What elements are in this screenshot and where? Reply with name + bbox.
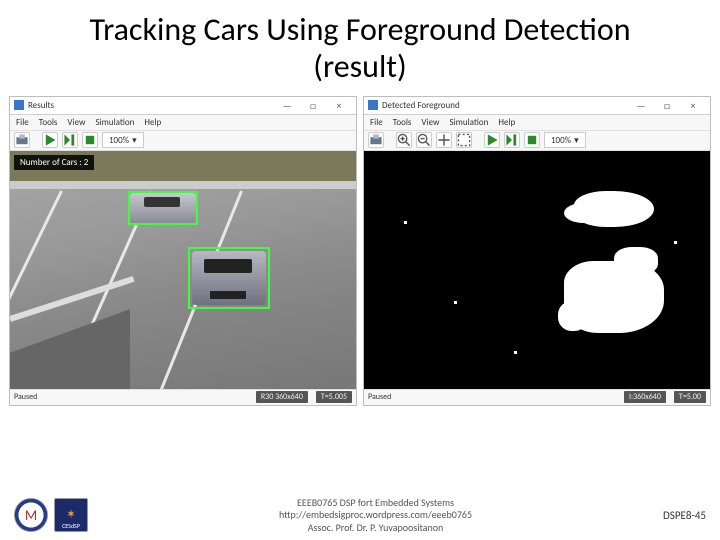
menu-file[interactable]: File [16,117,29,128]
detection-box [128,191,198,225]
foreground-blob [564,203,604,223]
minimize-button[interactable]: — [274,99,300,112]
print-icon[interactable] [368,132,384,148]
course-url: http://embedsigproc.wordpress.com/eeeb07… [88,509,663,522]
maximize-button[interactable]: □ [654,99,680,112]
cesdsp-logo-icon: ✶ CESdSP [54,498,88,532]
foreground-viewport [364,151,710,389]
toolbar: 100% ▾ [364,131,710,151]
zoom-value: 100% [551,135,571,146]
foreground-blob [614,247,658,275]
zoom-select[interactable]: 100% ▾ [102,132,144,148]
barrier [10,181,356,189]
status-time: T=5.00 [674,391,706,403]
close-button[interactable]: × [680,99,706,112]
app-icon [368,100,378,110]
print-icon[interactable] [14,132,30,148]
step-icon[interactable] [62,132,78,148]
roi-icon[interactable] [456,132,472,148]
close-button[interactable]: × [326,99,352,112]
menubar: File Tools View Simulation Help [10,115,356,131]
statusbar: Paused I:360x640 T=5.00 [364,389,710,405]
minimize-button[interactable]: — [628,99,654,112]
status-state: Paused [368,392,391,402]
car-count-overlay: Number of Cars : 2 [14,155,94,170]
menu-view[interactable]: View [67,117,85,128]
menu-simulation[interactable]: Simulation [95,117,134,128]
titlebar: Results — □ × [10,97,356,115]
svg-text:M: M [25,506,37,524]
menu-help[interactable]: Help [498,117,515,128]
menu-simulation[interactable]: Simulation [449,117,488,128]
status-resolution: R30 360x640 [256,391,308,403]
menu-help[interactable]: Help [144,117,161,128]
star-icon: ✶ [66,509,76,521]
zoom-in-icon[interactable] [396,132,412,148]
chevron-down-icon: ▾ [574,135,579,146]
noise-speck [454,301,457,304]
pan-icon[interactable] [436,132,452,148]
author-name: Assoc. Prof. Dr. P. Yuvapoositanon [88,522,663,535]
windows-row: Results — □ × File Tools View Simulation… [0,94,720,406]
menubar: File Tools View Simulation Help [364,115,710,131]
foreground-window: Detected Foreground — □ × File Tools Vie… [363,96,711,406]
noise-speck [674,241,677,244]
status-resolution: I:360x640 [624,391,666,403]
university-logo-icon: M [14,498,48,532]
footer-text: EEEB0765 DSP fort Embedded Systems http:… [88,497,663,535]
noise-speck [404,221,407,224]
statusbar: Paused R30 360x640 T=5.005 [10,389,356,405]
menu-file[interactable]: File [370,117,383,128]
page-number: DSPE8-45 [663,509,706,522]
logo-text: CESdSP [62,522,80,530]
chevron-down-icon: ▾ [132,135,137,146]
titlebar: Detected Foreground — □ × [364,97,710,115]
window-title: Detected Foreground [382,100,628,111]
detection-box [188,247,270,309]
video-viewport: Number of Cars : 2 [10,151,356,389]
maximize-button[interactable]: □ [300,99,326,112]
zoom-select[interactable]: 100% ▾ [544,132,586,148]
stop-icon[interactable] [524,132,540,148]
noise-speck [514,351,517,354]
menu-view[interactable]: View [421,117,439,128]
step-icon[interactable] [504,132,520,148]
menu-tools[interactable]: Tools [39,117,58,128]
foreground-blob [558,301,588,331]
menu-tools[interactable]: Tools [393,117,412,128]
status-time: T=5.005 [316,391,352,403]
play-icon[interactable] [484,132,500,148]
play-icon[interactable] [42,132,58,148]
stop-icon[interactable] [82,132,98,148]
results-window: Results — □ × File Tools View Simulation… [9,96,357,406]
toolbar: 100% ▾ [10,131,356,151]
zoom-out-icon[interactable] [416,132,432,148]
status-state: Paused [14,392,37,402]
slide-footer: M ✶ CESdSP EEEB0765 DSP fort Embedded Sy… [0,497,720,535]
zoom-value: 100% [109,135,129,146]
slide-title: Tracking Cars Using Foreground Detection… [0,0,720,94]
window-title: Results [28,100,274,111]
app-icon [14,100,24,110]
logo-group: M ✶ CESdSP [14,498,88,532]
